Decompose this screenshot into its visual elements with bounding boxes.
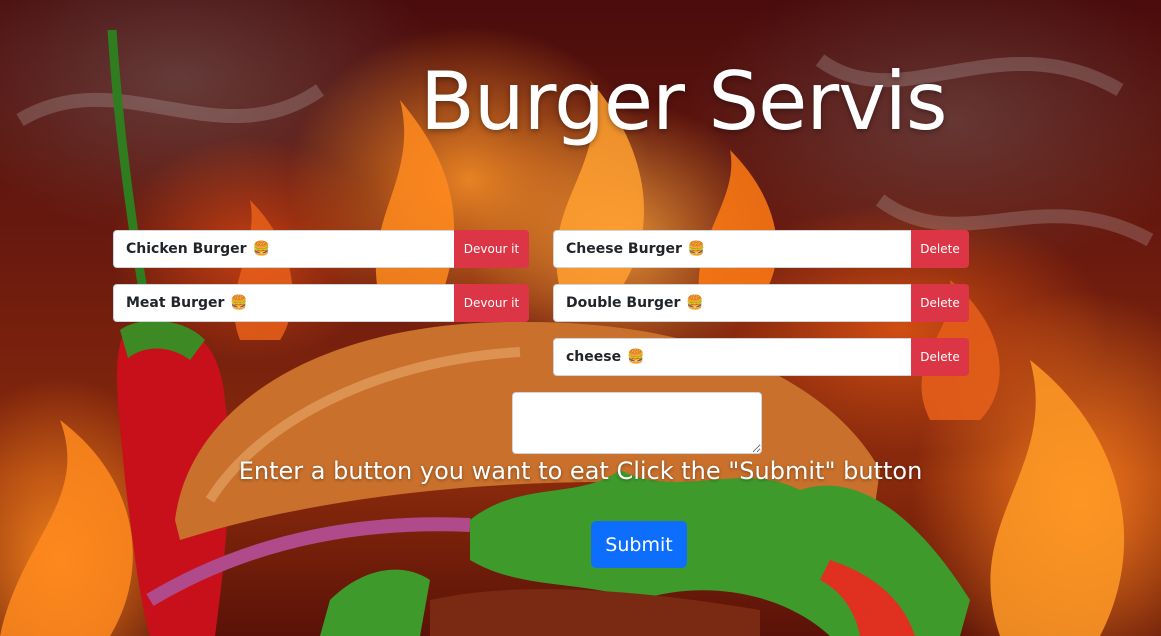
burger-item: cheese 🍔 Delete bbox=[553, 338, 969, 376]
burger-name-text: Double Burger bbox=[566, 295, 681, 311]
submit-button[interactable]: Submit bbox=[591, 521, 687, 568]
devoured-burger-list: Cheese Burger 🍔 Delete Double Burger 🍔 D… bbox=[553, 230, 969, 392]
burger-icon: 🍔 bbox=[230, 295, 248, 311]
burger-item: Chicken Burger 🍔 Devour it bbox=[113, 230, 529, 268]
burger-item: Cheese Burger 🍔 Delete bbox=[553, 230, 969, 268]
burger-name-text: Cheese Burger bbox=[566, 241, 682, 257]
burger-item: Double Burger 🍔 Delete bbox=[553, 284, 969, 322]
burger-name-text: cheese bbox=[566, 349, 622, 365]
burger-icon: 🍔 bbox=[686, 295, 704, 311]
burger-icon: 🍔 bbox=[252, 241, 271, 257]
delete-button[interactable]: Delete bbox=[911, 284, 969, 322]
burger-label: Chicken Burger 🍔 bbox=[113, 230, 454, 268]
burger-icon: 🍔 bbox=[687, 241, 706, 257]
burger-name-text: Meat Burger bbox=[126, 295, 225, 311]
burger-name-input[interactable] bbox=[512, 392, 762, 454]
burger-label: Meat Burger 🍔 bbox=[113, 284, 454, 322]
devour-button[interactable]: Devour it bbox=[454, 230, 529, 268]
devour-button[interactable]: Devour it bbox=[454, 284, 529, 322]
delete-button[interactable]: Delete bbox=[911, 230, 969, 268]
form-instruction: Enter a button you want to eat Click the… bbox=[238, 457, 923, 485]
burger-label: Double Burger 🍔 bbox=[553, 284, 911, 322]
page-title: Burger Servis bbox=[420, 55, 948, 148]
burger-item: Meat Burger 🍔 Devour it bbox=[113, 284, 529, 322]
uneaten-burger-list: Chicken Burger 🍔 Devour it Meat Burger 🍔… bbox=[113, 230, 529, 338]
burger-name-text: Chicken Burger bbox=[126, 241, 247, 257]
burger-label: cheese 🍔 bbox=[553, 338, 911, 376]
burger-icon: 🍔 bbox=[627, 349, 645, 365]
delete-button[interactable]: Delete bbox=[911, 338, 969, 376]
burger-label: Cheese Burger 🍔 bbox=[553, 230, 911, 268]
